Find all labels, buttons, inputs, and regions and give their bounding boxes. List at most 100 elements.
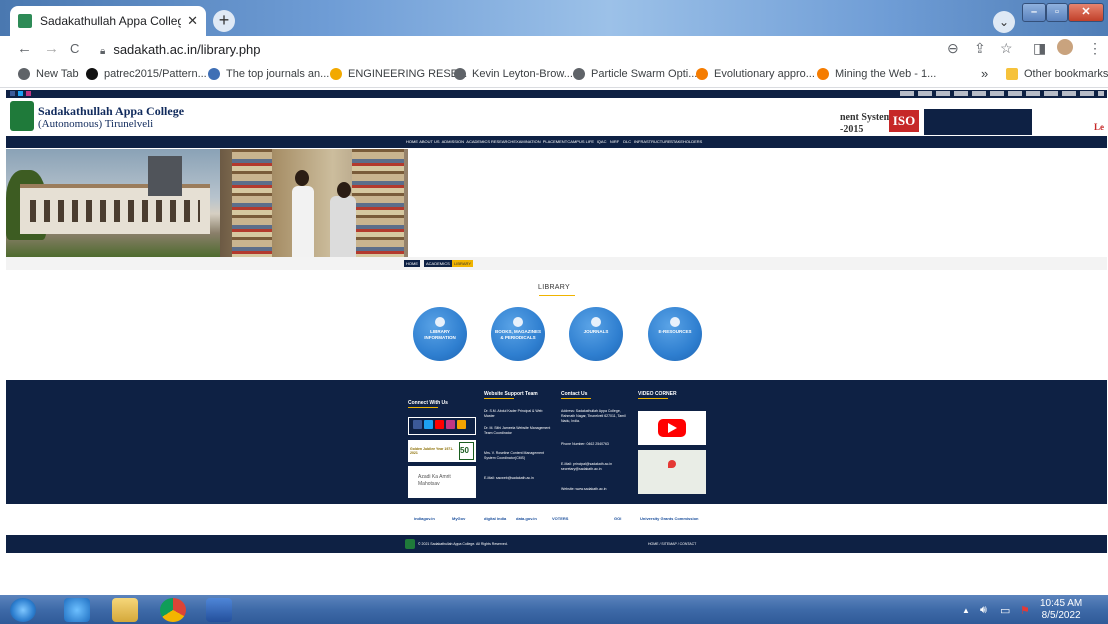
footer-links[interactable]: HOME / SITEMAP / CONTACT — [648, 542, 696, 546]
bookmark-item[interactable]: New Tab — [18, 68, 79, 80]
nav-item[interactable]: DLC — [623, 139, 631, 144]
volume-icon[interactable]: 🔊︎ — [980, 604, 987, 617]
twitter-icon[interactable] — [424, 420, 433, 429]
circle-label: JOURNALS — [583, 329, 609, 334]
start-button[interactable] — [10, 598, 36, 622]
bookmark-star-icon[interactable]: ☆ — [1000, 40, 1013, 57]
other-bookmarks-label: Other bookmarks — [1024, 68, 1108, 80]
bookmark-item[interactable]: ENGINEERING RESE... — [330, 68, 467, 80]
tab-close-icon[interactable]: ✕ — [187, 13, 198, 29]
nav-item[interactable]: IQAC — [597, 139, 607, 144]
sponsor-logo[interactable]: data.gov.in — [516, 516, 537, 521]
side-panel-icon[interactable]: ◨ — [1033, 40, 1046, 57]
bookmark-item[interactable]: Particle Swarm Opti... — [573, 68, 697, 80]
share-icon[interactable]: ⇪ — [974, 40, 986, 57]
library-information-button[interactable]: LIBRARY INFORMATION — [413, 307, 467, 361]
nav-item[interactable]: RESEARCH — [491, 139, 513, 144]
bookmark-item[interactable]: The top journals an... — [208, 68, 329, 80]
header-marquee-text: Le — [1094, 122, 1104, 132]
network-icon[interactable]: ▭ — [1000, 604, 1010, 617]
support-heading: Website Support Team — [484, 391, 538, 397]
nav-item[interactable]: NIRF — [610, 139, 619, 144]
back-arrow-icon[interactable]: ← — [17, 40, 32, 57]
books-magazines-button[interactable]: BOOKS, MAGAZINES & PERIODICALS — [491, 307, 545, 361]
minimize-button[interactable]: – — [1022, 3, 1046, 22]
title-underline — [539, 295, 575, 296]
bookmark-label: Kevin Leyton-Brow... — [472, 68, 573, 80]
nav-item[interactable]: HOME — [406, 139, 418, 144]
top-quick-links[interactable] — [900, 91, 1104, 96]
file-explorer-icon[interactable] — [112, 598, 138, 622]
sponsor-logo[interactable]: MyGov — [452, 516, 465, 521]
contact-underline — [561, 398, 591, 399]
sponsor-logo[interactable]: indiagov.in — [414, 516, 435, 521]
other-bookmarks-folder[interactable]: Other bookmarks — [1006, 68, 1108, 80]
tab-title: Sadakathullah Appa College, Pal... — [40, 14, 182, 28]
iso-text-line2: -2015 — [840, 124, 864, 135]
bookshelf-right — [352, 149, 404, 257]
facebook-icon[interactable] — [10, 91, 15, 96]
blog-icon[interactable] — [457, 420, 466, 429]
nav-item[interactable]: ACADEMICS — [466, 139, 490, 144]
maximize-button[interactable]: ▫ — [1046, 3, 1068, 22]
sponsor-logo[interactable]: digital india — [484, 516, 506, 521]
breadcrumb-home[interactable]: HOME — [404, 260, 420, 267]
internet-explorer-icon[interactable] — [64, 598, 90, 622]
elsevier-icon — [696, 68, 708, 80]
bookmark-item[interactable]: Kevin Leyton-Brow... — [454, 68, 573, 80]
tray-arrow-icon[interactable]: ▲ — [962, 606, 970, 615]
zoom-icon[interactable]: ⊖ — [947, 40, 959, 57]
chrome-menu-icon[interactable]: ⋮ — [1088, 40, 1102, 57]
instagram-icon[interactable] — [446, 420, 455, 429]
breadcrumb-academics[interactable]: ACADEMICS — [424, 260, 452, 267]
iso-text-line1: nent System — [840, 112, 892, 123]
system-clock[interactable]: 10:45 AM 8/5/2022 — [1040, 598, 1082, 622]
contact-email[interactable]: E-Mail: principal@sadakath.ac.in secreta… — [561, 462, 631, 472]
college-logo-icon[interactable] — [10, 101, 34, 131]
college-subtitle: (Autonomous) Tirunelveli — [38, 118, 154, 130]
nav-item[interactable]: CAMPUS LIFE — [567, 139, 594, 144]
tab-search-button[interactable]: ⌄ — [993, 11, 1015, 33]
e-resources-button[interactable]: E-RESOURCES — [648, 307, 702, 361]
nav-item[interactable]: EXAMINATION — [513, 139, 540, 144]
sponsor-logo[interactable]: GOI — [614, 516, 621, 521]
action-center-icon[interactable]: ⚑ — [1020, 604, 1030, 617]
nav-item[interactable]: ABOUT US — [419, 139, 439, 144]
bookmark-label: Mining the Web - 1... — [835, 68, 937, 80]
bookmark-item[interactable]: Mining the Web - 1... — [817, 68, 936, 80]
header-banner-box — [924, 109, 1032, 135]
student-head-2 — [337, 182, 351, 198]
forward-arrow-icon[interactable]: → — [44, 40, 59, 57]
word-icon[interactable] — [206, 598, 232, 622]
profile-avatar[interactable] — [1057, 39, 1073, 55]
youtube-icon[interactable] — [435, 420, 444, 429]
bookmark-label: Particle Swarm Opti... — [591, 68, 698, 80]
close-window-button[interactable]: ✕ — [1068, 3, 1104, 22]
bookmark-label: New Tab — [36, 68, 79, 80]
facebook-icon[interactable] — [413, 420, 422, 429]
url-field[interactable]: 🔒︎ sadakath.ac.in/library.php — [100, 42, 261, 57]
instagram-icon[interactable] — [26, 91, 31, 96]
support-email[interactable]: E-Mail: sacweb@sadakath.ac.in — [484, 476, 554, 481]
bookmark-item[interactable]: patrec2015/Pattern... — [86, 68, 207, 80]
nav-item[interactable]: INFRASTRUCTURE — [634, 139, 671, 144]
student-figure — [292, 186, 314, 257]
nav-item[interactable]: ADMISSION — [442, 139, 464, 144]
new-tab-button[interactable]: + — [213, 10, 235, 32]
chrome-icon[interactable] — [160, 598, 186, 622]
sponsor-logo[interactable]: University Grants Commission — [640, 516, 698, 521]
nav-item[interactable]: PLACEMENT — [543, 139, 567, 144]
folder-icon — [1006, 68, 1018, 80]
sponsor-logo[interactable]: VOTERS — [552, 516, 568, 521]
support-member-2: Dr. M. Sithi Jameela Website Management … — [484, 426, 551, 435]
browser-tab[interactable]: Sadakathullah Appa College, Pal... ✕ — [10, 6, 206, 36]
contact-website[interactable]: Website: www.sadakath.ac.in — [561, 487, 631, 492]
map-embed[interactable] — [638, 450, 706, 494]
twitter-icon[interactable] — [18, 91, 23, 96]
nav-item[interactable]: STAKEHOLDERS — [670, 139, 702, 144]
bookmark-item[interactable]: Evolutionary appro... — [696, 68, 815, 80]
reload-icon[interactable]: C — [70, 41, 79, 56]
more-bookmarks-button[interactable]: » — [981, 66, 988, 81]
journals-button[interactable]: JOURNALS — [569, 307, 623, 361]
url-text: sadakath.ac.in/library.php — [113, 42, 261, 57]
